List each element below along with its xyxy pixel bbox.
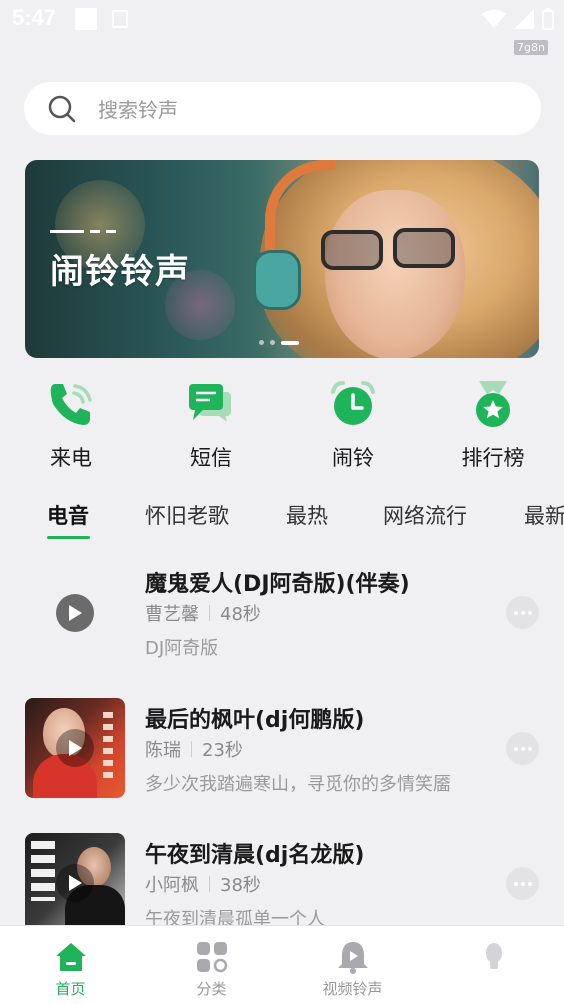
search-bar[interactable]: 搜索铃声 (24, 82, 541, 135)
song-meta: 曹艺馨 48秒 (145, 600, 261, 626)
pager-dot[interactable] (259, 340, 264, 345)
category-icon (195, 940, 229, 974)
banner-pager[interactable] (259, 340, 299, 345)
song-title: 最后的枫叶(dj何鹏版) (145, 708, 365, 733)
banner-title: 闹铃铃声 (50, 252, 190, 292)
quick-action-label: 闹铃 (332, 446, 374, 470)
quick-action-incoming-call[interactable]: 来电 (21, 376, 121, 472)
song-title: 魔鬼爱人(DJ阿奇版)(伴奏) (145, 572, 410, 597)
more-options-button[interactable] (506, 867, 539, 900)
album-art (31, 841, 55, 901)
song-meta: 陈瑞 23秒 (145, 736, 243, 762)
song-artist: 曹艺馨 (145, 604, 199, 625)
profile-icon (477, 940, 511, 974)
notification-icon (112, 10, 128, 28)
quick-action-label: 排行榜 (461, 446, 525, 470)
category-tabs: 电音 怀旧老歌 最热 网络流行 最新 (0, 496, 564, 540)
headphones-image (253, 250, 301, 310)
song-duration: 23秒 (202, 740, 243, 761)
status-bar: 5:47 7g8n (0, 0, 564, 55)
nav-home[interactable]: 首页 (0, 926, 141, 1004)
play-icon (69, 605, 82, 621)
notification-icon (75, 8, 97, 30)
pager-dot-active[interactable] (281, 340, 299, 345)
message-icon (183, 376, 239, 432)
quick-action-ranking[interactable]: 排行榜 (443, 376, 543, 472)
medal-icon (465, 376, 521, 432)
status-icons (482, 8, 554, 30)
play-button[interactable] (56, 729, 94, 767)
signal-icon (514, 9, 534, 29)
status-time: 5:47 (12, 5, 57, 30)
quick-action-label: 短信 (190, 446, 232, 470)
song-title: 午夜到清晨(dj名龙版) (145, 843, 365, 868)
quick-action-sms[interactable]: 短信 (161, 376, 261, 472)
play-button[interactable] (56, 864, 94, 902)
device-id: 7g8n (514, 40, 548, 55)
battery-icon (542, 8, 554, 30)
promo-banner[interactable]: 闹铃铃声 (25, 160, 539, 358)
tab-huaijiu[interactable]: 怀旧老歌 (145, 500, 229, 530)
video-ringtone-icon (336, 940, 370, 974)
phone-icon (43, 376, 99, 432)
song-item[interactable]: 最后的枫叶(dj何鹏版) 陈瑞 23秒 多少次我踏遍寒山，寻觅你的多情笑靥 (0, 698, 564, 812)
banner-image (393, 228, 455, 268)
song-meta: 小阿枫 38秒 (145, 871, 261, 897)
tab-wangluo[interactable]: 网络流行 (383, 500, 467, 530)
active-tab-indicator (47, 536, 90, 539)
song-artist: 陈瑞 (145, 740, 181, 761)
song-duration: 38秒 (220, 875, 261, 896)
divider (209, 605, 210, 621)
pager-dot[interactable] (270, 340, 275, 345)
wifi-icon (482, 9, 506, 28)
nav-label: 首页 (55, 980, 86, 998)
play-icon (69, 740, 82, 756)
tab-zuixin[interactable]: 最新 (524, 500, 564, 530)
tab-zuire[interactable]: 最热 (286, 500, 328, 530)
nav-label: 分类 (196, 980, 227, 998)
alarm-clock-icon (325, 376, 381, 432)
quick-action-alarm[interactable]: 闹铃 (303, 376, 403, 472)
home-icon (54, 940, 88, 974)
nav-label: 视频铃声 (322, 980, 383, 998)
song-artist: 小阿枫 (145, 875, 199, 896)
quick-action-label: 来电 (50, 446, 92, 470)
banner-decoration (50, 230, 116, 233)
divider (209, 876, 210, 892)
song-duration: 48秒 (220, 604, 261, 625)
nav-video-ringtone[interactable]: 视频铃声 (282, 926, 423, 1004)
album-art (103, 712, 113, 782)
divider (191, 741, 192, 757)
song-description: DJ阿奇版 (145, 638, 219, 659)
quick-actions: 来电 短信 闹铃 排行榜 (0, 376, 564, 476)
nav-profile[interactable] (423, 926, 564, 1004)
more-options-button[interactable] (506, 596, 539, 629)
play-icon (69, 875, 82, 891)
nav-category[interactable]: 分类 (141, 926, 282, 1004)
banner-image (325, 190, 465, 358)
search-input[interactable]: 搜索铃声 (98, 94, 178, 123)
song-item[interactable]: 魔鬼爱人(DJ阿奇版)(伴奏) 曹艺馨 48秒 DJ阿奇版 (0, 566, 564, 676)
song-description: 多少次我踏遍寒山，寻觅你的多情笑靥 (145, 774, 451, 795)
tab-dianyin[interactable]: 电音 (47, 500, 89, 530)
play-button[interactable] (56, 594, 94, 632)
search-icon (48, 95, 76, 122)
more-options-button[interactable] (506, 732, 539, 765)
bottom-nav: 首页 分类 视频铃声 (0, 925, 564, 1004)
